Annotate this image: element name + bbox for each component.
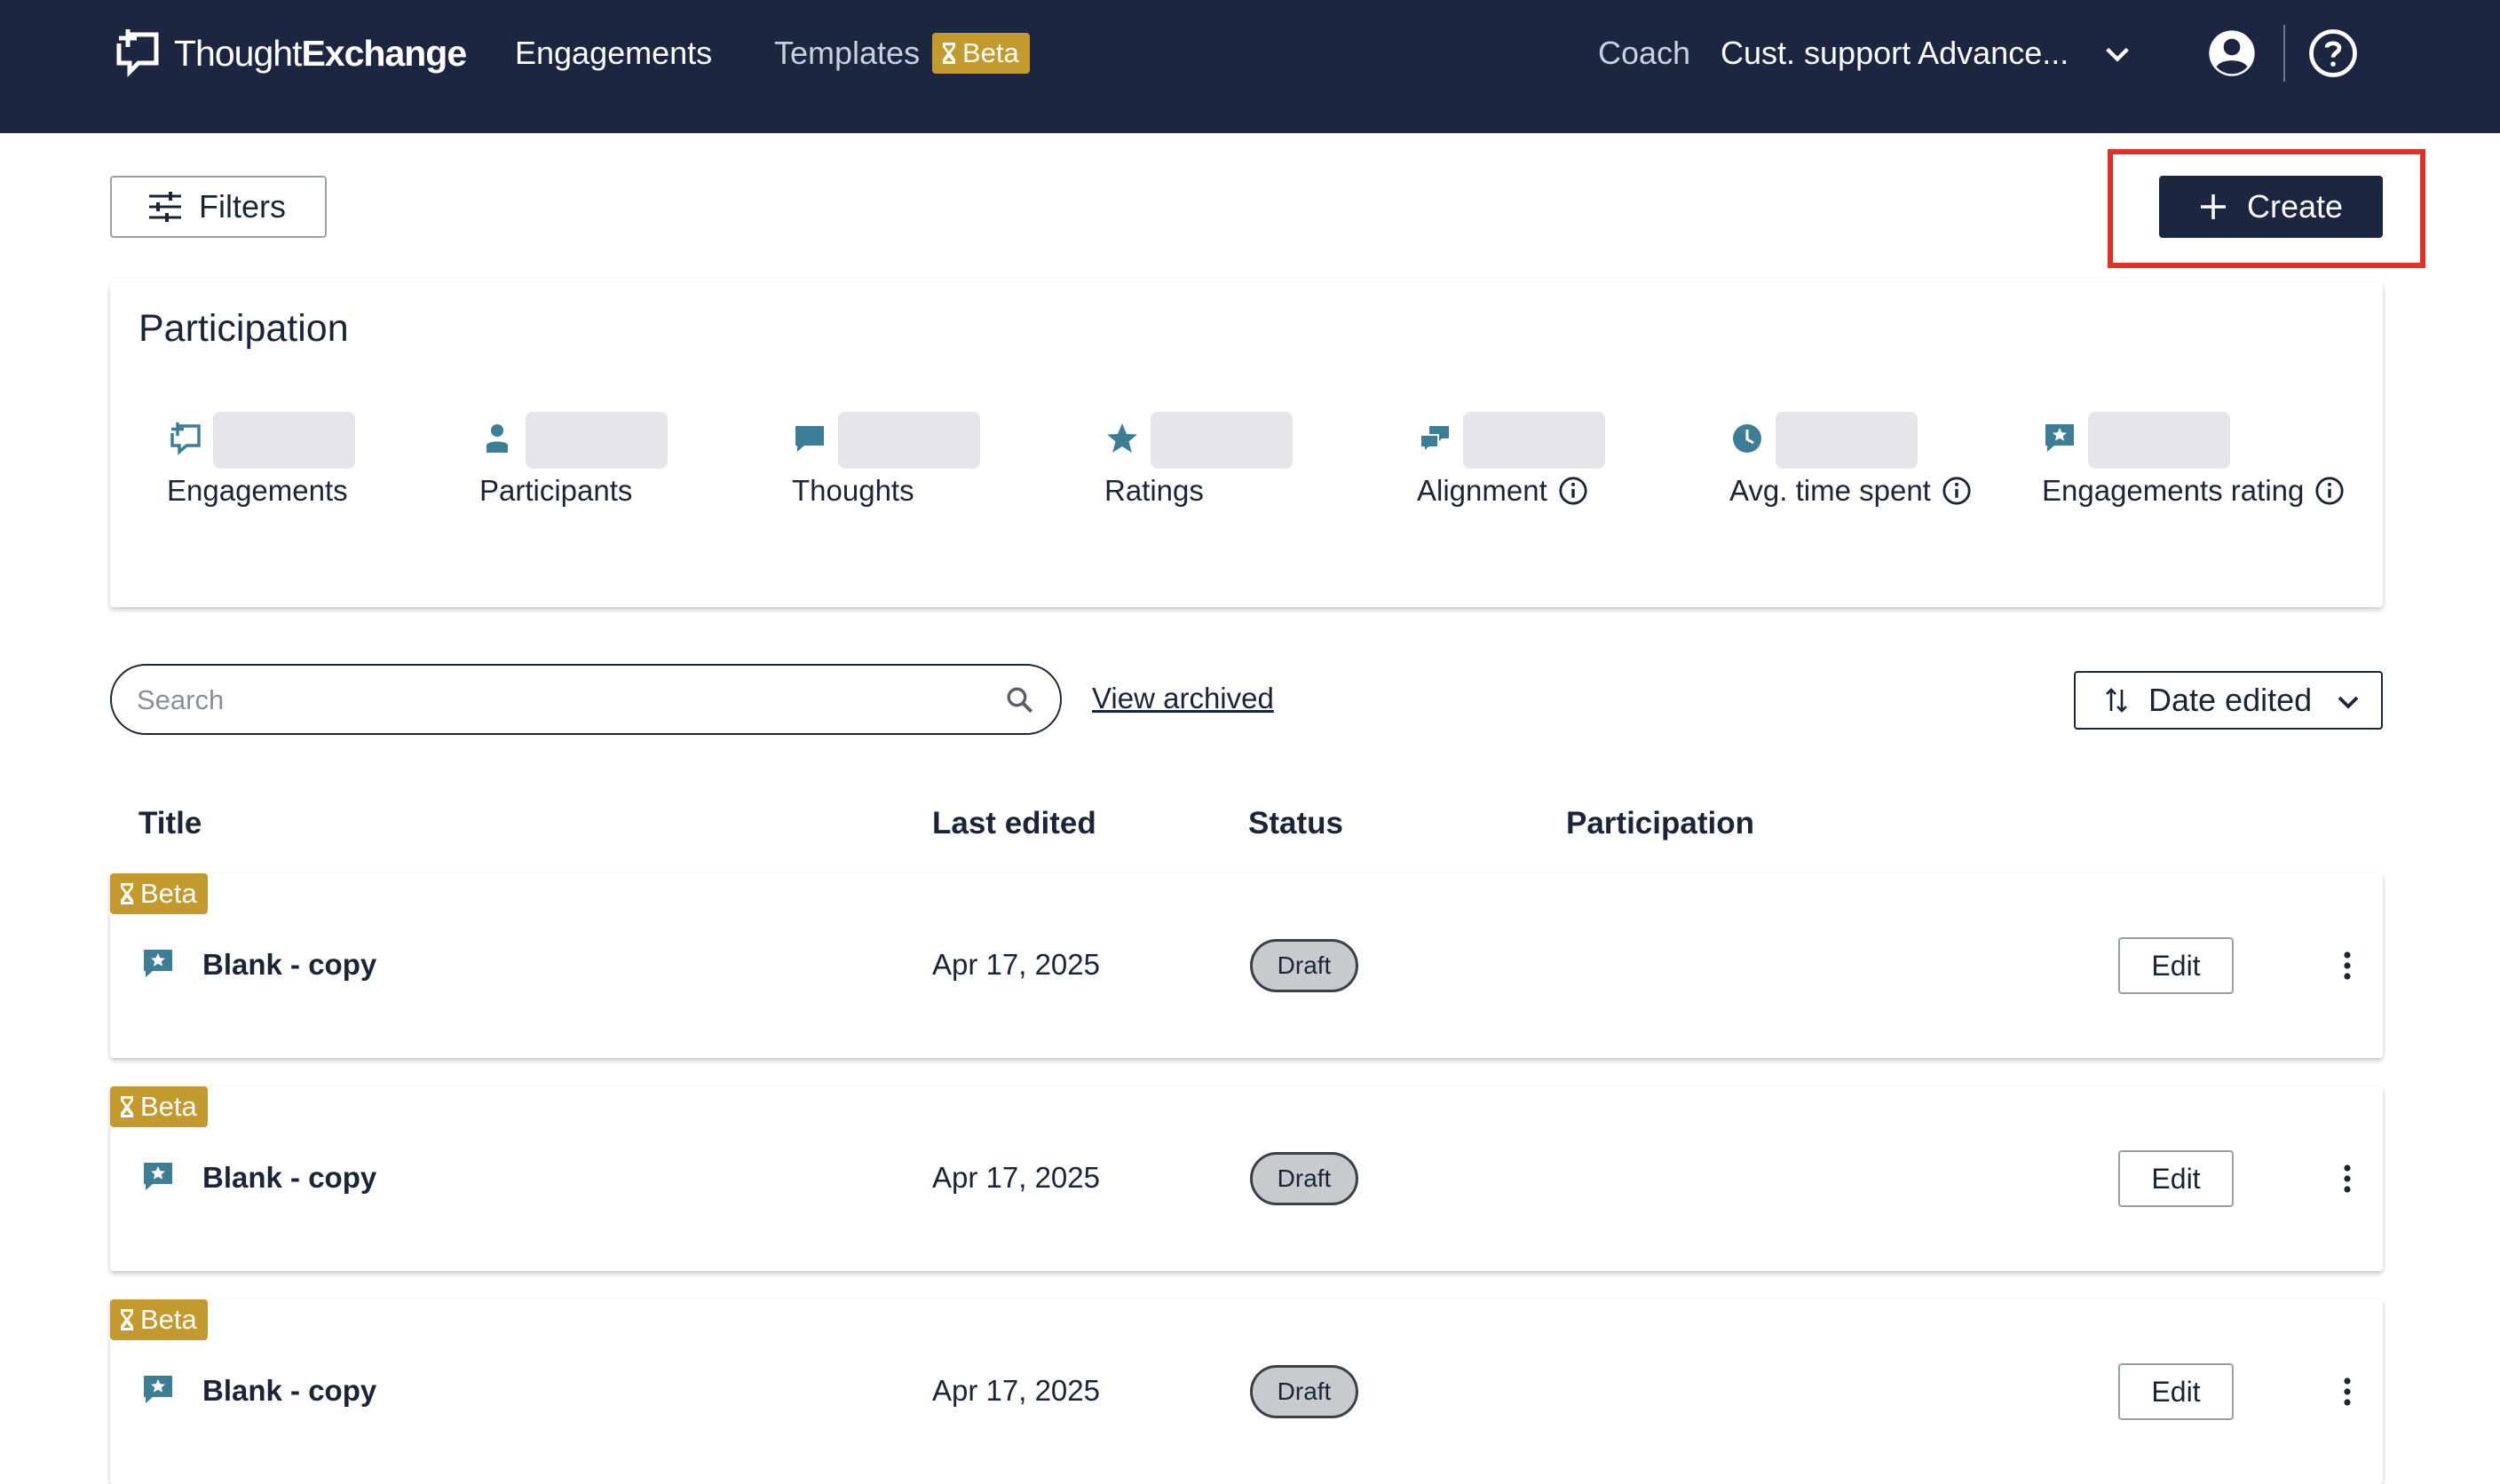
search-box: [110, 664, 1062, 735]
rating-chat-icon: [144, 1163, 172, 1190]
beta-badge: Beta: [110, 1299, 208, 1340]
rating-chat-icon: [144, 950, 172, 977]
create-button[interactable]: Create: [2159, 176, 2383, 238]
hourglass-icon: [121, 1309, 133, 1330]
beta-label: Beta: [962, 37, 1019, 68]
chevron-down-icon[interactable]: [2102, 39, 2132, 69]
stat-value-placeholder: [526, 412, 668, 469]
edit-button[interactable]: Edit: [2118, 937, 2234, 994]
hourglass-icon: [121, 1096, 133, 1117]
alignment-icon: [1420, 426, 1449, 454]
stat-value-placeholder: [838, 412, 980, 469]
beta-badge: Beta: [110, 873, 208, 914]
beta-badge: Beta: [110, 1086, 208, 1127]
stat-value-placeholder: [2088, 412, 2230, 469]
stat-label: Avg. time spent: [1729, 474, 1972, 508]
org-selector[interactable]: Cust. support Advance...: [1721, 32, 2069, 75]
nav-templates[interactable]: Templates: [774, 32, 920, 75]
stat-label: Participants: [479, 474, 633, 507]
create-label: Create: [2246, 188, 2344, 225]
beta-label: Beta: [140, 878, 197, 909]
row-title[interactable]: Blank - copy: [202, 1161, 376, 1195]
status-badge: Draft: [1250, 1152, 1358, 1205]
table-row[interactable]: Beta Blank - copy Apr 17, 2025 Draft Edi…: [110, 1086, 2383, 1271]
edit-button[interactable]: Edit: [2118, 1150, 2234, 1207]
hourglass-icon: [943, 43, 955, 64]
search-input[interactable]: [135, 675, 991, 726]
sort-label: Date edited: [2148, 682, 2313, 718]
info-icon[interactable]: [1558, 476, 1588, 506]
rating-chat-icon: [144, 1376, 172, 1403]
templates-beta-badge: Beta: [932, 33, 1030, 74]
row-last-edited: Apr 17, 2025: [932, 1161, 1100, 1194]
column-header-last-edited[interactable]: Last edited: [932, 806, 1096, 841]
beta-label: Beta: [140, 1304, 197, 1335]
stat-label: Thoughts: [792, 474, 914, 507]
more-options-icon[interactable]: [2330, 1161, 2365, 1196]
column-header-participation[interactable]: Participation: [1566, 806, 1754, 841]
stat-label: Engagements rating: [2042, 474, 2345, 508]
sort-dropdown[interactable]: Date edited: [2074, 671, 2383, 730]
coach-link[interactable]: Coach: [1598, 32, 1690, 75]
column-header-title[interactable]: Title: [138, 806, 202, 841]
info-icon[interactable]: [2314, 476, 2345, 506]
help-circle-icon[interactable]: [2308, 28, 2358, 78]
stat-label: Engagements: [167, 474, 348, 507]
account-circle-icon[interactable]: [2207, 28, 2257, 78]
rating-chat-icon: [2045, 424, 2074, 452]
sort-arrows-icon: [2106, 688, 2127, 713]
hourglass-icon: [121, 883, 133, 904]
sliders-icon: [149, 192, 181, 222]
chevron-down-icon: [2338, 696, 2359, 709]
speech-bubble-icon: [795, 426, 824, 452]
more-options-icon[interactable]: [2330, 948, 2365, 983]
logo-wordmark: ThoughtExchange: [174, 32, 467, 74]
filters-button[interactable]: Filters: [110, 176, 327, 238]
star-icon: [1107, 423, 1137, 453]
row-last-edited: Apr 17, 2025: [932, 1374, 1100, 1407]
engagements-icon: [170, 422, 201, 455]
filters-label: Filters: [199, 188, 286, 225]
table-row[interactable]: Beta Blank - copy Apr 17, 2025 Draft Edi…: [110, 1299, 2383, 1484]
search-icon[interactable]: [1005, 685, 1035, 715]
row-title[interactable]: Blank - copy: [202, 948, 376, 982]
row-last-edited: Apr 17, 2025: [932, 948, 1100, 981]
nav-engagements[interactable]: Engagements: [515, 32, 712, 75]
more-options-icon[interactable]: [2330, 1374, 2365, 1409]
info-icon[interactable]: [1942, 476, 1972, 506]
header-divider: [2283, 25, 2285, 82]
status-badge: Draft: [1250, 1365, 1358, 1418]
thoughtexchange-logo-icon: [116, 29, 159, 78]
edit-button[interactable]: Edit: [2118, 1363, 2234, 1420]
table-row[interactable]: Beta Blank - copy Apr 17, 2025 Draft Edi…: [110, 873, 2383, 1058]
status-badge: Draft: [1250, 939, 1358, 992]
row-title[interactable]: Blank - copy: [202, 1374, 376, 1408]
plus-icon: [2200, 194, 2226, 219]
stat-value-placeholder: [1776, 412, 1918, 469]
stat-label: Alignment: [1417, 474, 1588, 508]
stat-value-placeholder: [1151, 412, 1293, 469]
participation-title: Participation: [138, 307, 349, 350]
clock-icon: [1733, 424, 1761, 453]
column-header-status[interactable]: Status: [1248, 806, 1343, 841]
stat-label: Ratings: [1104, 474, 1204, 507]
stat-value-placeholder: [213, 412, 355, 469]
top-navigation-bar: ThoughtExchange Engagements Templates Be…: [0, 0, 2500, 133]
beta-label: Beta: [140, 1091, 197, 1122]
stat-value-placeholder: [1463, 412, 1605, 469]
person-icon: [487, 424, 508, 453]
view-archived-link[interactable]: View archived: [1092, 682, 1274, 715]
thoughtexchange-logo[interactable]: ThoughtExchange: [112, 27, 467, 80]
